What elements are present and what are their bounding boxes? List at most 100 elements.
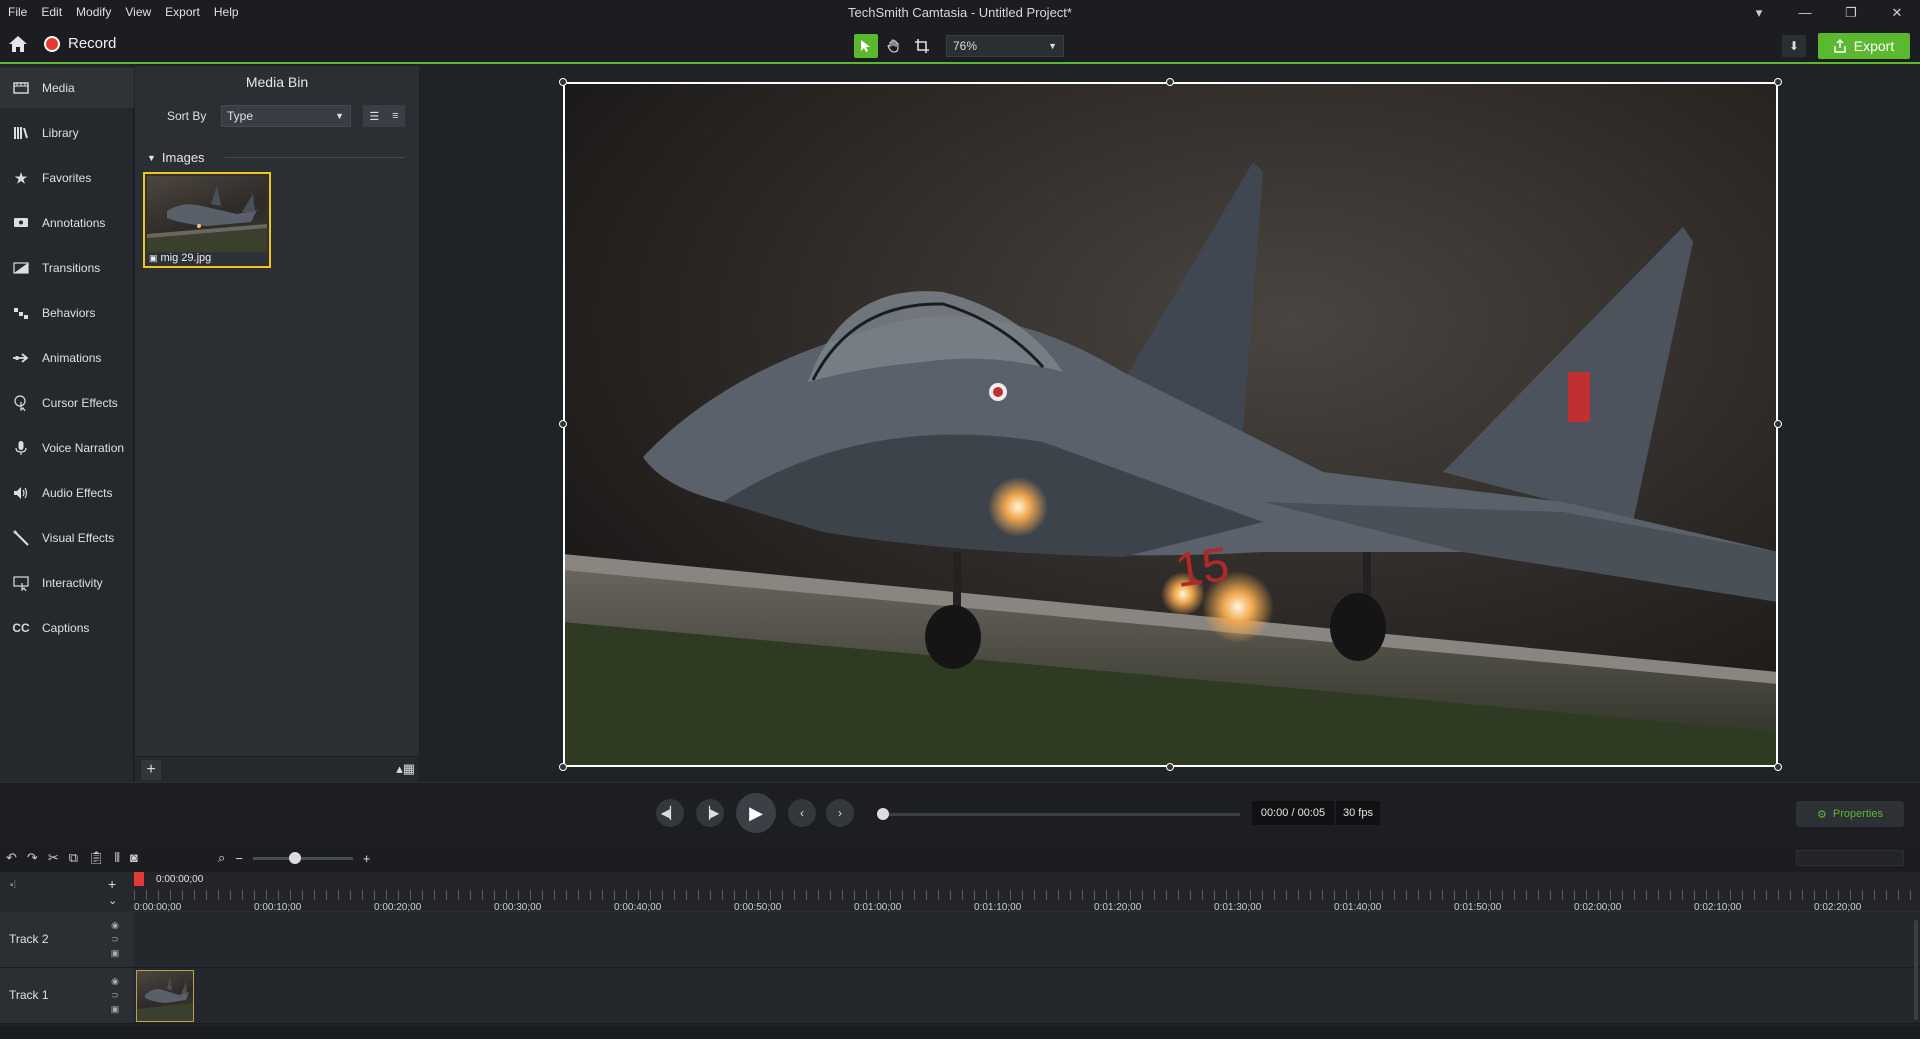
crop-tool-button[interactable]: [910, 34, 934, 58]
lock-icon[interactable]: ▣: [111, 1004, 120, 1014]
sidebar-item-label: Captions: [42, 621, 90, 635]
sidebar-item-favorites[interactable]: ★ Favorites: [0, 158, 134, 198]
sidebar-item-label: Behaviors: [42, 306, 96, 320]
properties-button[interactable]: ⚙ Properties: [1796, 801, 1904, 827]
time-readout: 00:00 / 00:05: [1252, 801, 1334, 825]
resize-handle[interactable]: [559, 763, 567, 771]
eye-icon[interactable]: ◉: [111, 920, 119, 930]
media-item-thumbnail[interactable]: ▣ mig 29.jpg: [143, 172, 271, 268]
sidebar-item-cursor-effects[interactable]: Cursor Effects: [0, 383, 134, 423]
track-name: Track 1: [9, 988, 49, 1002]
images-group-label: Images: [161, 150, 205, 165]
playback-bar: ◀▏ ▕▶ ▶ ‹ › 00:00 / 00:05 30 fps ⚙ Prope…: [0, 782, 1920, 844]
track-header-1[interactable]: Track 1 ◉ ⊃ ▣: [0, 968, 134, 1024]
zoom-in-icon[interactable]: +: [363, 851, 371, 866]
zoom-select[interactable]: 76% ▼: [946, 35, 1064, 57]
close-button[interactable]: ✕: [1874, 0, 1920, 26]
magnifier-icon[interactable]: ⌕: [218, 850, 225, 866]
import-media-button[interactable]: +: [141, 760, 161, 780]
audio-icon[interactable]: ⊃: [111, 990, 119, 1000]
menu-view[interactable]: View: [125, 5, 151, 19]
download-button[interactable]: ⬇: [1782, 35, 1806, 57]
thumbnail-size-button[interactable]: ▴▦: [396, 761, 415, 777]
media-bin-title: Media Bin: [245, 74, 309, 90]
chevron-down-icon[interactable]: ⌄: [108, 894, 117, 907]
resize-handle[interactable]: [559, 78, 567, 86]
sidebar-item-annotations[interactable]: Annotations: [0, 203, 134, 243]
step-forward-button[interactable]: ▕▶: [696, 799, 724, 827]
menu-export[interactable]: Export: [165, 5, 200, 19]
sidebar-item-voice-narration[interactable]: Voice Narration: [0, 428, 134, 468]
microphone-icon: [12, 439, 30, 457]
resize-handle[interactable]: [1774, 763, 1782, 771]
pan-tool-button[interactable]: [882, 34, 906, 58]
sidebar-item-animations[interactable]: Animations: [0, 338, 134, 378]
interactivity-icon: [12, 574, 30, 592]
track-header-2[interactable]: Track 2 ◉ ⊃ ▣: [0, 912, 134, 968]
undo-icon[interactable]: ↶: [6, 850, 17, 866]
resize-handle[interactable]: [1774, 78, 1782, 86]
scrub-track[interactable]: [880, 813, 1240, 816]
timeline-scrollbar[interactable]: [1796, 850, 1904, 866]
zoom-slider-knob[interactable]: [288, 851, 301, 864]
sort-by-select[interactable]: Type ▼: [221, 105, 351, 127]
eye-icon[interactable]: ◉: [111, 976, 119, 986]
menu-file[interactable]: File: [8, 5, 27, 19]
record-button[interactable]: Record: [44, 35, 116, 52]
resize-handle[interactable]: [1774, 420, 1782, 428]
track-lane-1[interactable]: [134, 968, 1920, 1024]
track-lane-2[interactable]: [134, 912, 1920, 968]
sidebar-item-visual-effects[interactable]: Visual Effects: [0, 518, 134, 558]
sidebar-item-behaviors[interactable]: Behaviors: [0, 293, 134, 333]
select-tool-button[interactable]: [854, 34, 878, 58]
menu-help[interactable]: Help: [214, 5, 239, 19]
lock-icon[interactable]: ▣: [111, 948, 120, 958]
sort-order-icon[interactable]: ≡: [392, 110, 398, 122]
playhead-marker[interactable]: [134, 872, 144, 886]
split-icon[interactable]: ⫴: [115, 850, 120, 866]
resize-handle[interactable]: [559, 420, 567, 428]
paste-icon[interactable]: 📋︎: [88, 850, 105, 866]
previous-button[interactable]: ‹: [788, 799, 816, 827]
timeline-zoom: ⌕ − +: [218, 850, 370, 866]
menu-modify[interactable]: Modify: [76, 5, 111, 19]
audio-icon[interactable]: ⊃: [111, 934, 119, 944]
images-group-header[interactable]: ▼ Images: [147, 150, 205, 165]
cut-icon[interactable]: ✂: [48, 850, 59, 866]
next-button[interactable]: ›: [826, 799, 854, 827]
options-dropdown-icon[interactable]: ▾: [1736, 0, 1782, 26]
chevron-left-icon: ‹: [800, 806, 804, 820]
canvas-selection-box: [563, 82, 1778, 767]
timeline-clip[interactable]: [136, 970, 194, 1022]
export-button[interactable]: Export: [1818, 33, 1910, 59]
sidebar-item-library[interactable]: Library: [0, 113, 134, 153]
clip-thumbnail: [137, 977, 193, 1021]
jet-thumbnail-image: [147, 176, 267, 252]
minimize-button[interactable]: —: [1782, 0, 1828, 26]
sidebar-item-media[interactable]: Media: [0, 68, 134, 108]
play-button[interactable]: ▶: [736, 793, 776, 833]
timeline-vertical-scrollbar[interactable]: [1914, 920, 1918, 1020]
zoom-slider[interactable]: [252, 851, 353, 864]
redo-icon[interactable]: ↷: [27, 850, 38, 866]
download-icon: ⬇: [1788, 39, 1800, 53]
resize-handle[interactable]: [1166, 78, 1174, 86]
home-button[interactable]: [8, 35, 30, 55]
menu-edit[interactable]: Edit: [41, 5, 62, 19]
camera-icon[interactable]: ◙: [130, 850, 138, 866]
restore-button[interactable]: ❐: [1828, 0, 1874, 26]
timeline-ruler[interactable]: 0:00:00;00 0:00:00;00 0:00:10;00 0:00:20;0…: [134, 872, 1920, 913]
sidebar-item-captions[interactable]: CC Captions: [0, 608, 134, 648]
track-magnet-icon[interactable]: ▪⁞: [10, 880, 16, 891]
copy-icon[interactable]: ⧉: [69, 850, 78, 866]
scrub-handle[interactable]: [877, 808, 889, 820]
zoom-value: 76%: [953, 39, 978, 53]
step-back-button[interactable]: ◀▏: [656, 799, 684, 827]
details-view-icon[interactable]: ☰: [369, 110, 379, 123]
resize-handle[interactable]: [1166, 763, 1174, 771]
zoom-out-icon[interactable]: −: [235, 851, 243, 866]
sidebar-item-interactivity[interactable]: Interactivity: [0, 563, 134, 603]
sidebar-item-transitions[interactable]: Transitions: [0, 248, 134, 288]
sidebar-item-audio-effects[interactable]: Audio Effects: [0, 473, 134, 513]
add-track-icon[interactable]: +: [108, 876, 116, 892]
